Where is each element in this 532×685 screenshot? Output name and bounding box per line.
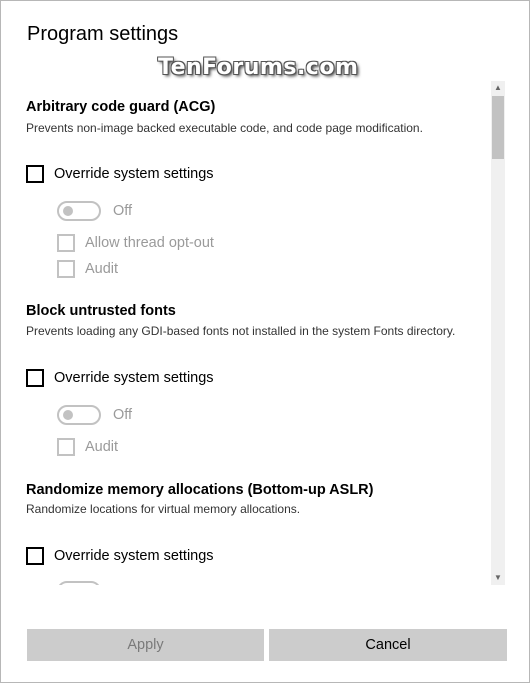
option-label: Audit <box>85 261 119 277</box>
watermark-text: TenForums.com <box>158 55 359 80</box>
toggle-knob-icon <box>63 410 73 420</box>
toggle-label: Off <box>113 407 133 423</box>
checkbox-icon[interactable] <box>57 260 75 278</box>
settings-scroll-area: Arbitrary code guard (ACG) Prevents non-… <box>1 81 491 585</box>
override-label: Override system settings <box>54 370 214 386</box>
checkbox-icon[interactable] <box>26 369 44 387</box>
scroll-thumb[interactable] <box>492 96 504 159</box>
override-checkbox-block-fonts[interactable]: Override system settings <box>26 369 214 387</box>
checkbox-icon[interactable] <box>26 165 44 183</box>
cancel-button[interactable]: Cancel <box>269 629 507 661</box>
toggle-switch[interactable] <box>57 405 101 425</box>
checkbox-icon[interactable] <box>26 547 44 565</box>
toggle-aslr-partial[interactable] <box>57 581 113 585</box>
toggle-switch[interactable] <box>57 201 101 221</box>
scroll-down-icon[interactable]: ▼ <box>491 571 505 585</box>
checkbox-audit-block-fonts[interactable]: Audit <box>57 438 118 456</box>
checkbox-allow-thread-opt-out[interactable]: Allow thread opt-out <box>57 234 214 252</box>
checkbox-icon[interactable] <box>57 438 75 456</box>
vertical-scrollbar[interactable]: ▲ ▼ <box>491 81 505 585</box>
section-title-block-fonts: Block untrusted fonts <box>26 303 176 319</box>
toggle-label: Off <box>113 203 133 219</box>
scroll-up-icon[interactable]: ▲ <box>491 81 505 95</box>
section-desc-acg: Prevents non-image backed executable cod… <box>26 121 423 135</box>
checkbox-audit-acg[interactable]: Audit <box>57 260 118 278</box>
option-label: Audit <box>85 439 119 455</box>
section-desc-block-fonts: Prevents loading any GDI-based fonts not… <box>26 324 456 338</box>
toggle-switch[interactable] <box>57 581 101 585</box>
program-settings-dialog: Program settings TenForums.com Arbitrary… <box>0 0 530 683</box>
section-title-acg: Arbitrary code guard (ACG) <box>26 99 216 115</box>
apply-button[interactable]: Apply <box>27 629 264 661</box>
toggle-knob-icon <box>63 206 73 216</box>
option-label: Allow thread opt-out <box>85 235 214 251</box>
toggle-acg[interactable]: Off <box>57 201 132 221</box>
section-desc-aslr: Randomize locations for virtual memory a… <box>26 502 301 516</box>
toggle-block-fonts[interactable]: Off <box>57 405 132 425</box>
section-title-aslr: Randomize memory allocations (Bottom-up … <box>26 482 374 498</box>
override-checkbox-acg[interactable]: Override system settings <box>26 165 214 183</box>
checkbox-icon[interactable] <box>57 234 75 252</box>
dialog-title: Program settings <box>27 23 179 45</box>
override-label: Override system settings <box>54 166 214 182</box>
override-checkbox-aslr[interactable]: Override system settings <box>26 547 214 565</box>
override-label: Override system settings <box>54 548 214 564</box>
